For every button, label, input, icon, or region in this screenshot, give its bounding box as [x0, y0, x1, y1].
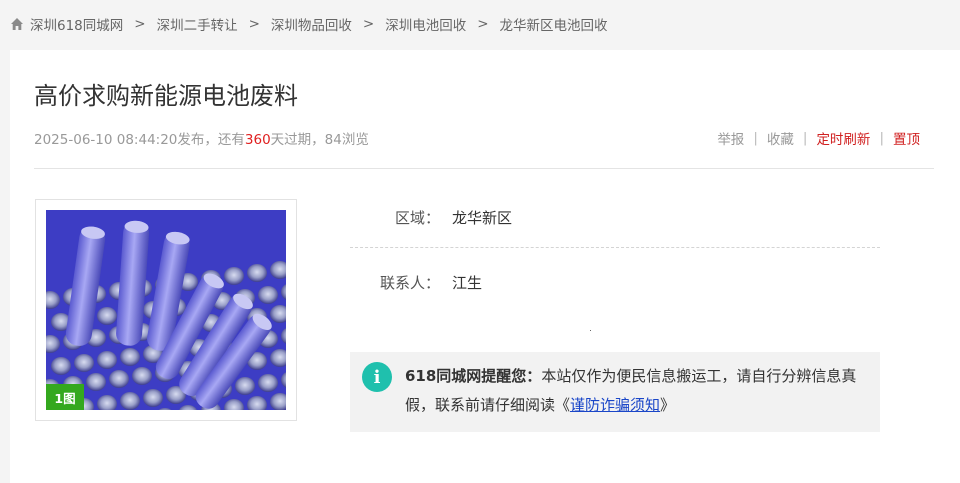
listing-actions: 举报 | 收藏 | 定时刷新 | 置顶 — [717, 128, 920, 148]
breadcrumb-link-longhua-battery[interactable]: 龙华新区电池回收 — [500, 14, 608, 34]
report-link[interactable]: 举报 — [717, 128, 744, 148]
listing-title: 高价求购新能源电池废料 — [34, 82, 298, 110]
published-text: 发布，还有 — [177, 132, 245, 148]
listing-photo[interactable] — [46, 210, 286, 410]
photo-frame: 1图 — [35, 199, 297, 421]
listing-meta: 2025-06-10 08:44:20发布，还有360天过期，84浏览 — [34, 128, 369, 148]
listing-card: 高价求购新能源电池废料 2025-06-10 08:44:20发布，还有360天… — [10, 50, 960, 483]
contact-row: 联系人： 江生 — [350, 252, 880, 312]
view-count: 84 — [324, 132, 342, 148]
breadcrumb-link-battery-recycling[interactable]: 深圳电池回收 — [385, 14, 466, 34]
breadcrumb-link-city[interactable]: 深圳618同城网 — [30, 14, 123, 34]
favorite-link[interactable]: 收藏 — [767, 128, 794, 148]
timed-refresh-link[interactable]: 定时刷新 — [816, 128, 870, 148]
pin-top-link[interactable]: 置顶 — [893, 128, 920, 148]
days-left: 360 — [244, 132, 271, 148]
photo-count-badge[interactable]: 1图 — [46, 384, 84, 410]
notice-brand: 618同城网提醒您： — [405, 367, 542, 385]
views-text: 浏览 — [341, 132, 369, 148]
safety-notice: i 618同城网提醒您：本站仅作为便民信息搬运工，请自行分辨信息真假，联系前请仔… — [350, 352, 880, 432]
stray-dot — [590, 330, 591, 331]
region-value: 龙华新区 — [452, 209, 513, 227]
breadcrumb-separator: > — [248, 16, 260, 32]
breadcrumb-separator: > — [134, 16, 146, 32]
breadcrumb: 深圳618同城网 > 深圳二手转让 > 深圳物品回收 > 深圳电池回收 > 龙华… — [10, 14, 608, 34]
notice-open-quote: 《 — [555, 396, 571, 414]
expire-text: 天过期， — [270, 132, 325, 148]
publish-date: 2025-06-10 08:44:20 — [34, 132, 178, 148]
contact-label: 联系人： — [379, 273, 440, 292]
region-row: 区域： 龙华新区 — [350, 188, 880, 248]
action-separator: | — [802, 130, 808, 146]
home-icon[interactable] — [10, 17, 24, 31]
region-label: 区域： — [394, 209, 440, 227]
header-divider — [34, 168, 934, 169]
breadcrumb-separator: > — [477, 16, 489, 32]
action-separator: | — [753, 130, 758, 146]
breadcrumb-separator: > — [362, 16, 375, 32]
fraud-warning-link[interactable]: 谨防诈骗须知 — [570, 396, 660, 414]
breadcrumb-link-recycling[interactable]: 深圳物品回收 — [271, 14, 352, 34]
info-icon: i — [362, 362, 392, 392]
notice-close-quote: 》 — [660, 396, 676, 414]
battery-photo-image — [46, 210, 286, 410]
contact-value: 江生 — [452, 273, 483, 292]
action-separator: | — [879, 130, 884, 146]
breadcrumb-link-secondhand[interactable]: 深圳二手转让 — [157, 14, 238, 34]
